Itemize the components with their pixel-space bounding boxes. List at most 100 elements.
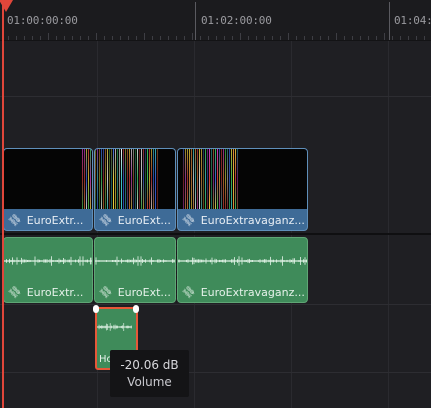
playhead[interactable] — [0, 0, 13, 408]
noise-bar — [123, 149, 124, 209]
ruler-minor-tick — [368, 36, 369, 40]
thumbnail-noise — [95, 149, 159, 209]
noise-bar — [187, 149, 188, 209]
ruler-minor-tick — [272, 36, 273, 40]
noise-bar — [225, 149, 226, 209]
noise-bar — [203, 149, 204, 209]
volume-value: -20.06 dB — [120, 358, 179, 372]
noise-bar — [229, 149, 230, 209]
noise-bar — [183, 149, 184, 209]
video-clip-label: EuroExtr... — [26, 214, 84, 227]
ruler-minor-tick — [360, 36, 361, 40]
ruler-minor-tick — [224, 36, 225, 40]
video-clip[interactable]: ⛓ EuroExtr... — [3, 148, 93, 231]
noise-bar — [86, 149, 87, 209]
noise-bar — [195, 149, 196, 209]
fade-in-handle[interactable] — [93, 305, 99, 313]
video-audio-divider — [0, 233, 431, 235]
noise-bar — [141, 149, 142, 209]
audio-clip[interactable]: ⛓ EuroExt... — [94, 237, 176, 303]
noise-bar — [139, 149, 140, 209]
noise-bar — [191, 149, 192, 209]
ruler-minor-tick — [184, 36, 185, 40]
noise-bar — [217, 149, 218, 209]
ruler-minor-tick — [384, 33, 385, 40]
ruler-minor-tick — [152, 36, 153, 40]
noise-bar — [193, 149, 194, 209]
link-icon: ⛓ — [180, 212, 198, 229]
ruler-minor-tick — [296, 36, 297, 40]
volume-tooltip: -20.06 dB Volume — [110, 350, 189, 397]
audio-clip[interactable]: ⛓ EuroExtr... — [3, 237, 93, 303]
audio-clip-label-row: ⛓ EuroExtravaganz... — [180, 284, 305, 301]
clip-edit-point[interactable] — [176, 237, 177, 303]
noise-bar — [103, 149, 104, 209]
video-clip-label: EuroExt... — [117, 214, 171, 227]
noise-bar — [88, 149, 89, 209]
noise-bar — [115, 149, 116, 209]
ruler-minor-tick — [168, 36, 169, 40]
noise-bar — [205, 149, 206, 209]
noise-bar — [185, 149, 186, 209]
noise-bar — [95, 149, 96, 209]
audio-waveform — [95, 256, 175, 266]
audio-clip-label: EuroExtravaganz... — [200, 286, 305, 299]
ruler-minor-tick — [72, 36, 73, 40]
noise-bar — [231, 149, 232, 209]
noise-bar — [111, 149, 112, 209]
noise-bar — [143, 149, 144, 209]
noise-bar — [131, 149, 132, 209]
ruler-timecode: 01:00:00:00 — [7, 14, 78, 27]
fade-out-handle[interactable] — [133, 305, 139, 313]
noise-bar — [147, 149, 148, 209]
ruler-minor-tick — [248, 36, 249, 40]
ruler-minor-tick — [80, 36, 81, 40]
noise-bar — [153, 149, 154, 209]
playhead-handle[interactable] — [0, 0, 13, 12]
video-thumbnail — [4, 149, 92, 209]
noise-bar — [145, 149, 146, 209]
noise-bar — [121, 149, 122, 209]
video-clip[interactable]: ⛓ EuroExtravaganz... — [177, 148, 308, 231]
thumbnail-noise — [82, 149, 92, 209]
track-row-line — [0, 372, 431, 373]
noise-bar — [107, 149, 108, 209]
noise-bar — [155, 149, 156, 209]
noise-bar — [119, 149, 120, 209]
video-clip[interactable]: ⛓ EuroExt... — [94, 148, 176, 231]
clip-edit-point[interactable] — [93, 237, 94, 303]
noise-bar — [213, 149, 214, 209]
link-icon: ⛓ — [180, 284, 198, 301]
noise-bar — [82, 149, 83, 209]
audio-waveform — [4, 256, 92, 266]
noise-bar — [113, 149, 114, 209]
audio-clip[interactable]: ⛓ EuroExtravaganz... — [177, 237, 308, 303]
track-row-line — [0, 96, 431, 97]
noise-bar — [84, 149, 85, 209]
video-thumbnail — [95, 149, 175, 209]
ruler-minor-tick — [424, 36, 425, 40]
ruler-minor-tick — [216, 36, 217, 40]
ruler-minor-tick — [112, 36, 113, 40]
ruler-minor-tick — [288, 33, 289, 40]
ruler-minor-tick — [128, 36, 129, 40]
ruler-minor-tick — [64, 36, 65, 40]
noise-bar — [99, 149, 100, 209]
timeline-ruler[interactable]: 01:00:00:00 01:02:00:00 01:04:0 — [0, 0, 431, 41]
noise-bar — [135, 149, 136, 209]
noise-bar — [223, 149, 224, 209]
noise-bar — [133, 149, 134, 209]
noise-bar — [211, 149, 212, 209]
ruler-minor-tick — [144, 33, 145, 40]
ruler-minor-tick — [376, 36, 377, 40]
track-row-line — [0, 304, 431, 305]
ruler-minor-tick — [16, 36, 17, 40]
noise-bar — [127, 149, 128, 209]
video-clip-label-row: ⛓ EuroExtr... — [7, 212, 84, 229]
noise-bar — [90, 149, 91, 209]
ruler-minor-tick — [304, 36, 305, 40]
noise-bar — [149, 149, 150, 209]
ruler-minor-tick — [208, 36, 209, 40]
noise-bar — [125, 149, 126, 209]
ruler-minor-tick — [96, 33, 97, 40]
